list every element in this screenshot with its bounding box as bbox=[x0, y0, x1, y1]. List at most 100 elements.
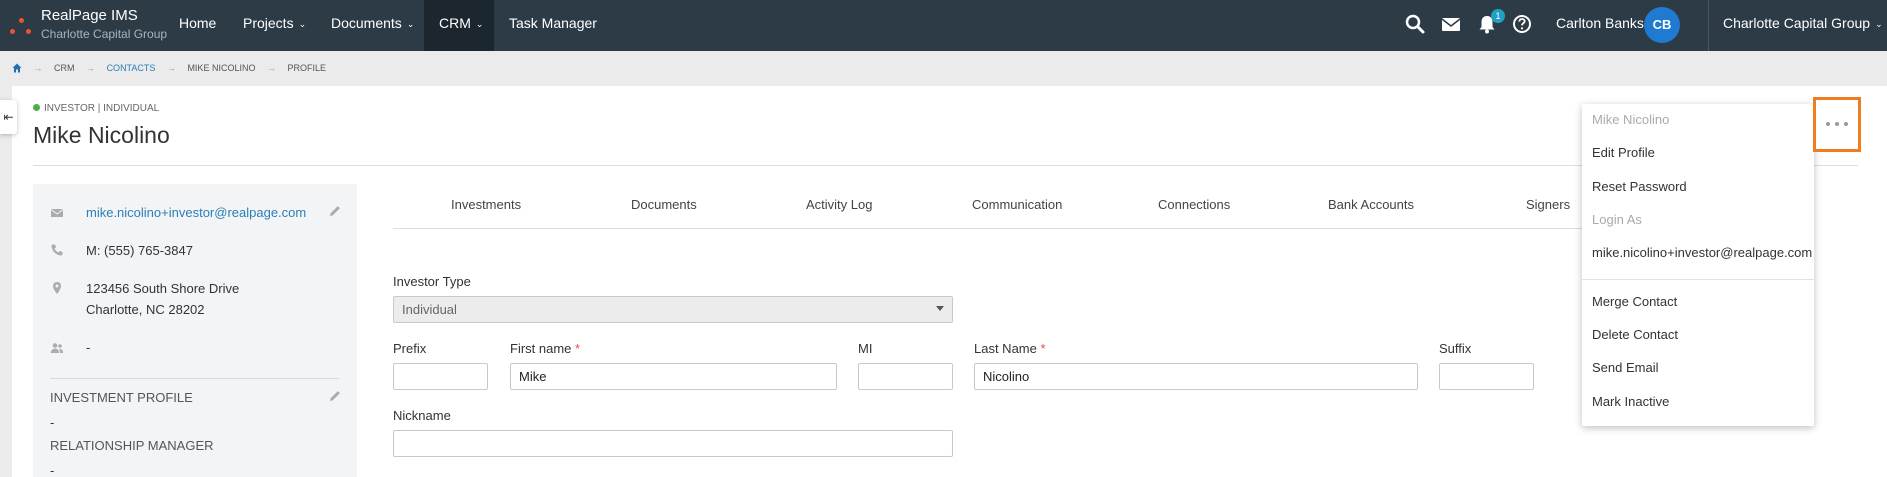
tab-signers[interactable]: Signers bbox=[1526, 197, 1570, 212]
menu-divider bbox=[1582, 279, 1814, 280]
nav-crm-label: CRM bbox=[439, 15, 471, 31]
menu-send-email[interactable]: Send Email bbox=[1592, 360, 1658, 375]
tab-bank-accounts[interactable]: Bank Accounts bbox=[1328, 197, 1414, 212]
menu-reset-password[interactable]: Reset Password bbox=[1592, 179, 1687, 194]
contact-info-panel bbox=[33, 184, 357, 477]
nav-task-manager[interactable]: Task Manager bbox=[509, 0, 597, 51]
profile-actions-menu: Mike Nicolino Edit Profile Reset Passwor… bbox=[1582, 104, 1814, 426]
search-icon[interactable] bbox=[1404, 13, 1426, 35]
last-name-label-text: Last Name bbox=[974, 341, 1037, 356]
relationship-manager-heading: RELATIONSHIP MANAGER bbox=[50, 438, 214, 453]
menu-login-as: Login As bbox=[1592, 212, 1642, 227]
brand-subtitle: Charlotte Capital Group bbox=[41, 27, 168, 41]
investor-type-value: Individual bbox=[402, 302, 457, 317]
avatar[interactable]: CB bbox=[1644, 7, 1680, 43]
realpage-logo-icon bbox=[10, 18, 34, 42]
nav-projects[interactable]: Projects ⌄ bbox=[243, 0, 306, 51]
breadcrumb-profile: PROFILE bbox=[287, 62, 326, 73]
status-dot-icon bbox=[33, 104, 40, 111]
pencil-icon[interactable] bbox=[328, 389, 342, 403]
contact-email-link[interactable]: mike.nicolino+investor@realpage.com bbox=[86, 205, 306, 220]
mi-label: MI bbox=[858, 341, 873, 356]
nav-home-label: Home bbox=[179, 15, 217, 31]
tab-investments[interactable]: Investments bbox=[451, 197, 521, 212]
investment-profile-value: - bbox=[50, 415, 55, 430]
last-name-label: Last Name * bbox=[974, 341, 1046, 356]
contact-email[interactable]: mike.nicolino+investor@realpage.com bbox=[86, 205, 306, 220]
company-switcher[interactable]: Charlotte Capital Group ⌄ bbox=[1723, 0, 1883, 47]
panel-divider bbox=[50, 378, 339, 379]
contact-type-label: INVESTOR | INDIVIDUAL bbox=[33, 103, 159, 114]
map-pin-icon bbox=[53, 282, 61, 294]
investor-type-select[interactable]: Individual bbox=[393, 296, 953, 323]
nav-divider bbox=[1708, 0, 1709, 51]
envelope-icon bbox=[50, 209, 64, 217]
nickname-field[interactable] bbox=[393, 430, 953, 457]
nav-home[interactable]: Home bbox=[179, 0, 216, 51]
first-name-label: First name * bbox=[510, 341, 580, 356]
tab-activity-log[interactable]: Activity Log bbox=[806, 197, 872, 212]
chevron-down-icon: ⌄ bbox=[298, 19, 307, 29]
home-icon[interactable] bbox=[12, 63, 22, 73]
breadcrumb-separator: → bbox=[166, 62, 176, 73]
company-label: Charlotte Capital Group bbox=[1723, 15, 1871, 31]
mi-field[interactable] bbox=[858, 363, 953, 390]
chevron-down-icon: ⌄ bbox=[475, 19, 484, 29]
prefix-label: Prefix bbox=[393, 341, 427, 356]
suffix-field[interactable] bbox=[1439, 363, 1534, 390]
contact-group-value: - bbox=[86, 340, 91, 355]
address-line-2: Charlotte, NC 28202 bbox=[86, 302, 205, 317]
tabs-divider bbox=[393, 228, 1593, 229]
breadcrumb-contact-name: MIKE NICOLINO bbox=[187, 62, 256, 73]
breadcrumb-separator: → bbox=[266, 62, 276, 73]
nav-documents[interactable]: Documents ⌄ bbox=[331, 0, 414, 51]
chevron-down-icon bbox=[936, 306, 944, 311]
menu-mark-inactive[interactable]: Mark Inactive bbox=[1592, 394, 1669, 409]
breadcrumb-separator: → bbox=[86, 62, 96, 73]
help-icon[interactable] bbox=[1511, 13, 1533, 35]
profile-tabs: Investments Documents Activity Log Commu… bbox=[393, 194, 1593, 228]
nav-crm[interactable]: CRM ⌄ bbox=[424, 0, 494, 51]
last-name-field[interactable] bbox=[974, 363, 1418, 390]
mail-icon[interactable] bbox=[1440, 13, 1462, 35]
tab-documents[interactable]: Documents bbox=[631, 197, 697, 212]
required-mark: * bbox=[575, 341, 581, 356]
breadcrumb-contacts[interactable]: CONTACTS bbox=[107, 63, 156, 73]
nav-task-manager-label: Task Manager bbox=[509, 15, 597, 31]
breadcrumb: → CRM → CONTACTS → MIKE NICOLINO → PROFI… bbox=[12, 62, 326, 76]
breadcrumb-crm: CRM bbox=[54, 62, 75, 73]
menu-delete-contact[interactable]: Delete Contact bbox=[1592, 327, 1678, 342]
collapse-panel-toggle[interactable]: ⇤ bbox=[0, 100, 17, 134]
nav-documents-label: Documents bbox=[331, 15, 402, 31]
investor-type-label: Investor Type bbox=[393, 274, 471, 289]
prefix-field[interactable] bbox=[393, 363, 488, 390]
menu-header: Mike Nicolino bbox=[1592, 112, 1670, 127]
page-title: Mike Nicolino bbox=[33, 122, 170, 148]
ellipsis-icon bbox=[1826, 122, 1848, 126]
collapse-arrow-icon: ⇤ bbox=[3, 110, 14, 124]
nav-projects-label: Projects bbox=[243, 15, 294, 31]
nickname-label: Nickname bbox=[393, 408, 451, 423]
relationship-manager-value: - bbox=[50, 463, 55, 477]
menu-login-email[interactable]: mike.nicolino+investor@realpage.com bbox=[1592, 245, 1812, 260]
address-line-1: 123456 South Shore Drive bbox=[86, 281, 240, 296]
investment-profile-heading: INVESTMENT PROFILE bbox=[50, 390, 193, 405]
tab-connections[interactable]: Connections bbox=[1158, 197, 1230, 212]
tab-communication[interactable]: Communication bbox=[972, 197, 1062, 212]
pencil-icon[interactable] bbox=[328, 204, 342, 218]
chevron-down-icon: ⌄ bbox=[406, 19, 415, 29]
top-nav: RealPage IMS Charlotte Capital Group Hom… bbox=[0, 0, 1887, 51]
user-name[interactable]: Carlton Banks bbox=[1556, 0, 1644, 46]
chevron-down-icon: ⌄ bbox=[1875, 19, 1883, 29]
phone-icon bbox=[51, 244, 63, 256]
required-mark: * bbox=[1040, 341, 1046, 356]
menu-merge-contact[interactable]: Merge Contact bbox=[1592, 294, 1677, 309]
first-name-field[interactable] bbox=[510, 363, 837, 390]
menu-edit-profile[interactable]: Edit Profile bbox=[1592, 145, 1655, 160]
more-actions-button[interactable] bbox=[1813, 97, 1861, 152]
users-icon bbox=[51, 343, 63, 353]
first-name-label-text: First name bbox=[510, 341, 572, 356]
breadcrumb-separator: → bbox=[33, 62, 43, 73]
brand-title: RealPage IMS bbox=[41, 7, 138, 24]
suffix-label: Suffix bbox=[1439, 341, 1472, 356]
